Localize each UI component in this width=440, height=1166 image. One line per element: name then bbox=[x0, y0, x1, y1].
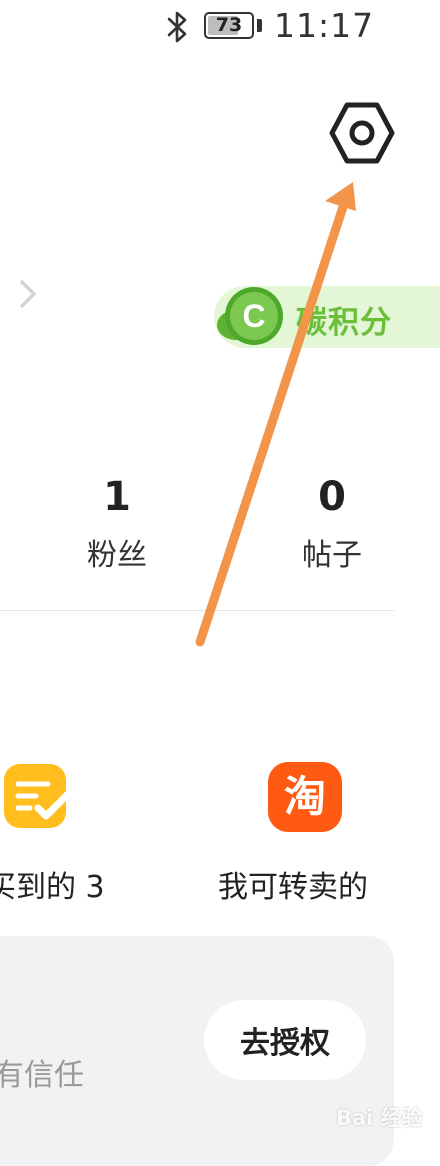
carbon-points-label[interactable]: 碳积分 bbox=[296, 297, 392, 342]
settings-hexagon-icon[interactable] bbox=[328, 100, 396, 166]
posts-count[interactable]: 0 bbox=[287, 474, 377, 520]
fans-label[interactable]: 粉丝 bbox=[57, 530, 177, 574]
carbon-logo-letter: C bbox=[242, 298, 265, 334]
bluetooth-icon bbox=[167, 11, 187, 43]
arrow-shaft bbox=[195, 202, 348, 647]
status-time: 11:17 bbox=[274, 6, 375, 45]
bought-items-label[interactable]: 买到的 3 bbox=[0, 862, 105, 906]
note-check-icon[interactable] bbox=[2, 762, 72, 832]
battery-tip bbox=[257, 19, 262, 32]
arrow-head bbox=[325, 182, 356, 211]
authorize-button[interactable]: 去授权 bbox=[204, 1000, 366, 1080]
taobao-glyph: 淘 bbox=[283, 772, 326, 821]
posts-label[interactable]: 帖子 bbox=[272, 530, 392, 574]
taobao-icon[interactable]: 淘 bbox=[268, 762, 342, 832]
watermark-text: Bai 经验 bbox=[336, 1106, 423, 1130]
status-bar: 73 11:17 bbox=[0, 0, 440, 60]
carbon-leaf-icon: C bbox=[217, 287, 283, 345]
baidu-watermark: Bai 经验 bbox=[336, 1098, 440, 1138]
battery-icon: 73 bbox=[204, 12, 254, 39]
chevron-right-icon[interactable] bbox=[14, 276, 42, 312]
battery-level: 73 bbox=[215, 14, 243, 36]
divider bbox=[0, 610, 394, 611]
resellable-label[interactable]: 我可转卖的 bbox=[218, 862, 368, 906]
authorization-text: 有信任 bbox=[0, 1058, 84, 1093]
fans-count[interactable]: 1 bbox=[72, 474, 162, 520]
